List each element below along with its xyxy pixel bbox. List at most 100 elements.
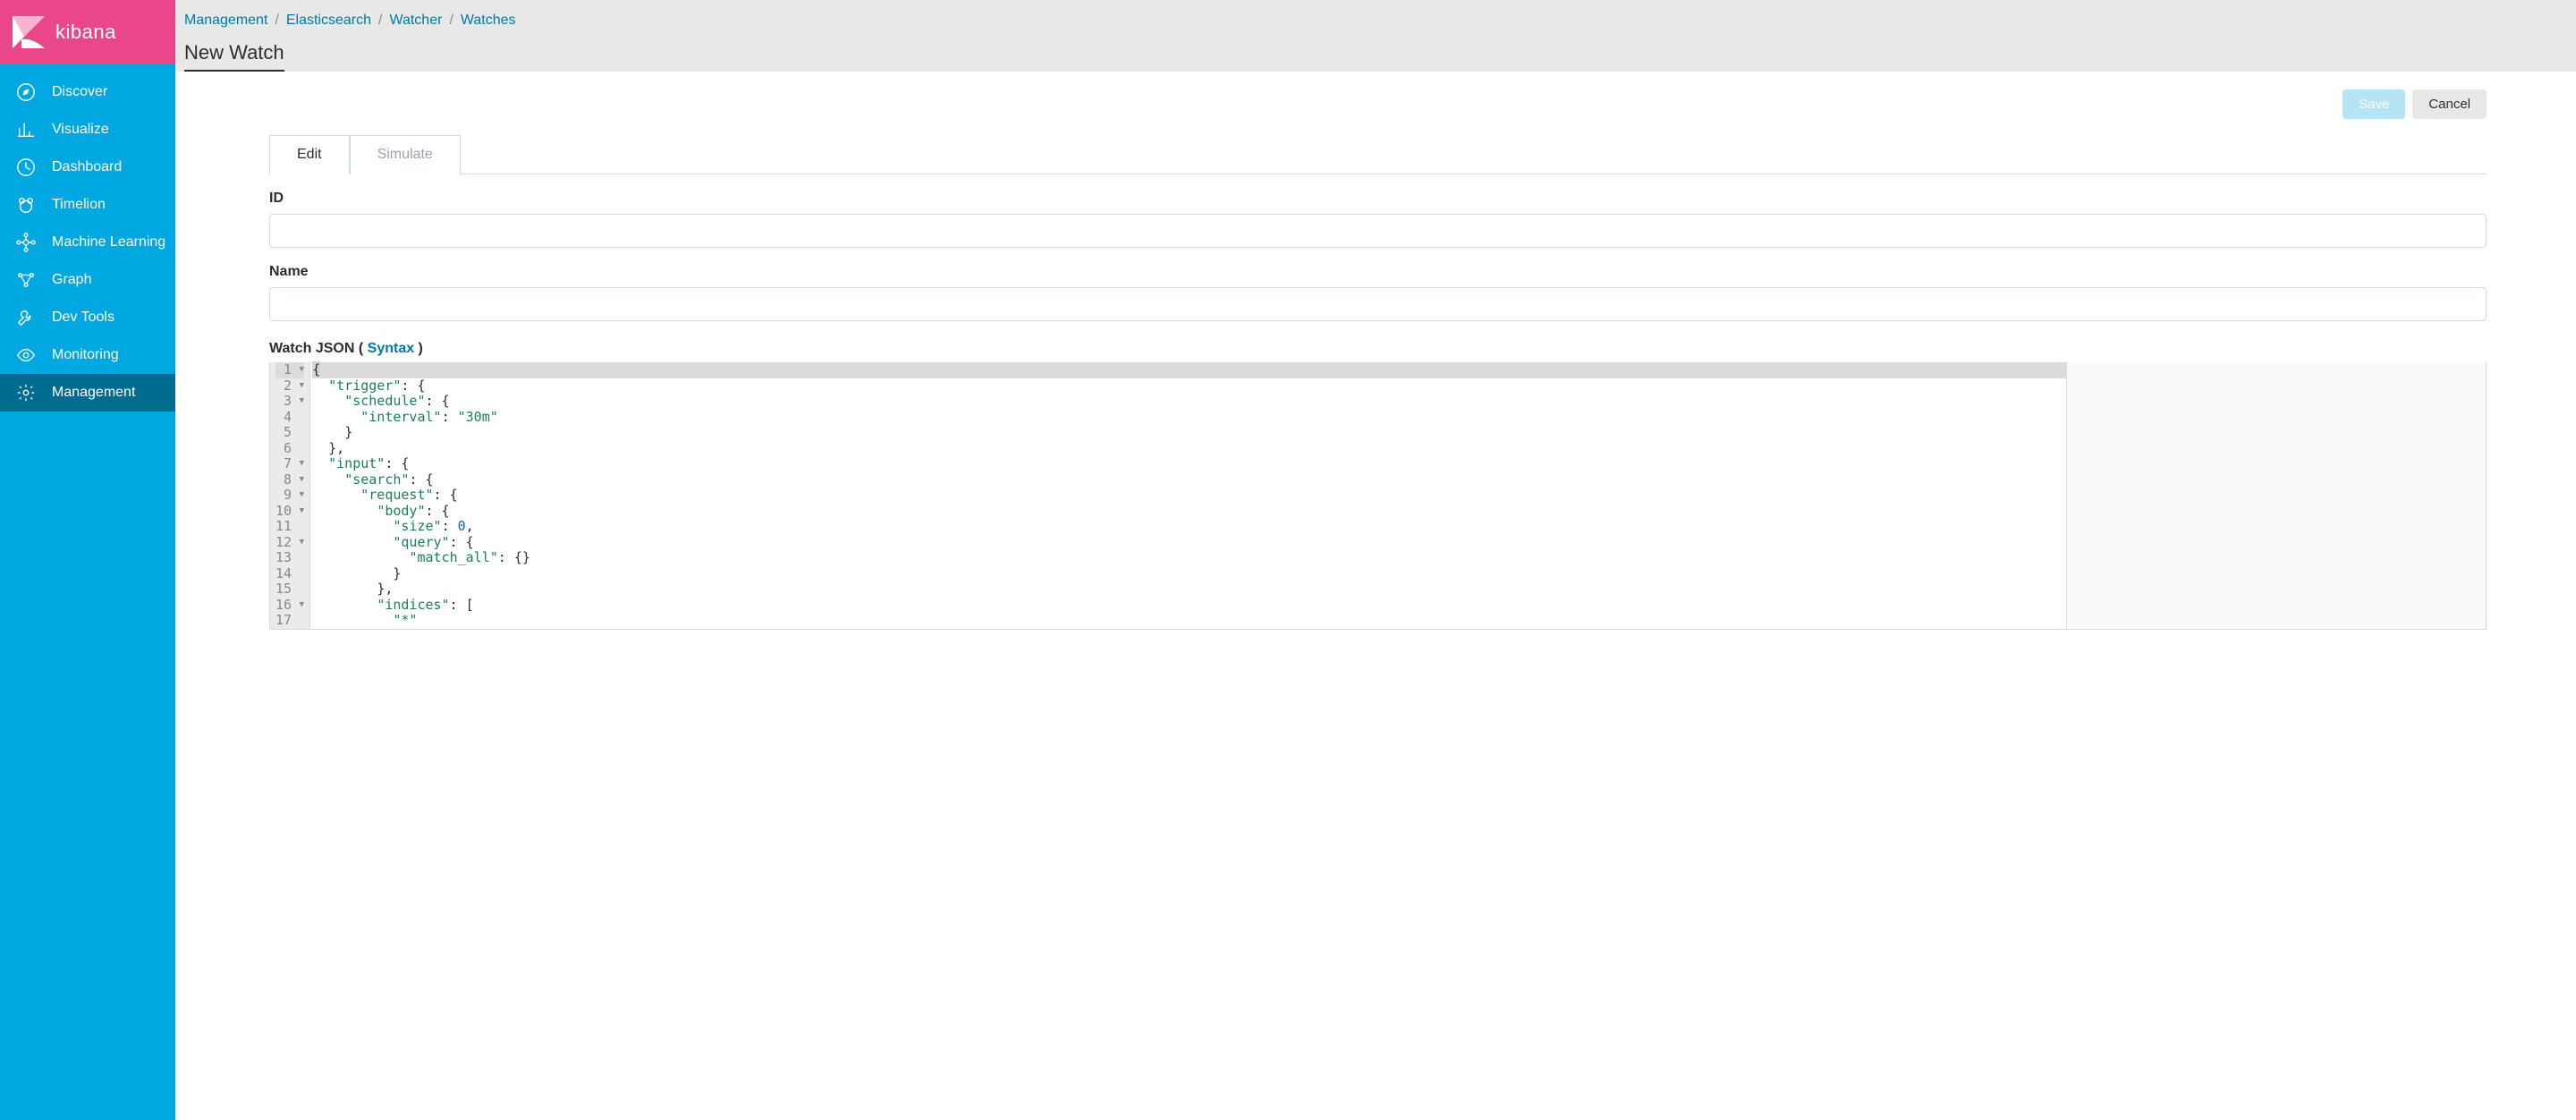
sidebar-item-label: Graph [52,272,91,288]
code-line[interactable]: "*" [312,613,2066,629]
fold-toggle-icon[interactable]: ▼ [295,598,304,614]
bear-icon [16,195,36,215]
sidebar-item-visualize[interactable]: Visualize [0,111,175,148]
code-line[interactable]: } [312,566,2066,582]
fold-toggle-icon[interactable]: ▼ [295,504,304,520]
breadcrumb-link[interactable]: Management [184,13,267,29]
breadcrumb: Management/Elasticsearch/Watcher/Watches [184,13,2567,29]
content: Save Cancel EditSimulate ID Name Watch J… [175,72,2576,1120]
topbar: Management/Elasticsearch/Watcher/Watches… [175,0,2576,72]
code-line[interactable]: "schedule": { [312,394,2066,410]
code-line[interactable]: "size": 0, [312,519,2066,535]
name-label: Name [269,264,2487,280]
sidebar-item-machine-learning[interactable]: Machine Learning [0,224,175,261]
sidebar-item-monitoring[interactable]: Monitoring [0,336,175,374]
gutter-line: 13 [275,550,304,566]
wrench-icon [16,308,36,327]
code-line[interactable]: "interval": "30m" [312,410,2066,426]
fold-toggle-icon[interactable]: ▼ [295,472,304,488]
form-group-name: Name [269,264,2487,321]
gutter-line: 16▼ [275,598,304,614]
id-label: ID [269,191,2487,207]
sidebar-item-label: Visualize [52,122,109,138]
fold-toggle-icon[interactable]: ▼ [295,378,304,395]
code-line[interactable]: "indices": [ [312,598,2066,614]
code-line[interactable]: "body": { [312,504,2066,520]
ml-icon [16,233,36,252]
brand-name: kibana [55,21,116,44]
fold-toggle-icon[interactable]: ▼ [295,488,304,504]
sidebar-item-label: Dashboard [52,159,122,175]
code-line[interactable]: "request": { [312,488,2066,504]
gutter-line: 8▼ [275,472,304,488]
breadcrumb-link[interactable]: Watcher [389,13,442,29]
fold-toggle-icon[interactable]: ▼ [295,456,304,472]
gutter-line: 17 [275,613,304,629]
fold-toggle-icon[interactable]: ▼ [295,362,304,378]
tabs: EditSimulate [269,135,2487,174]
sidebar: kibana Discover Visualize Dashboard Timelio… [0,0,175,1120]
code-line[interactable]: "input": { [312,456,2066,472]
sidebar-item-label: Management [52,385,135,401]
kibana-logo-icon [13,16,45,48]
sidebar-item-label: Machine Learning [52,234,165,250]
gutter-line: 3▼ [275,394,304,410]
sidebar-item-management[interactable]: Management [0,374,175,412]
name-input[interactable] [269,287,2487,321]
sidebar-item-timelion[interactable]: Timelion [0,186,175,224]
sidebar-item-discover[interactable]: Discover [0,73,175,111]
eye-icon [16,345,36,365]
gutter-line: 6 [275,441,304,457]
editor-gutter: 1▼2▼3▼4 5 6 7▼8▼9▼10▼11 12▼13 14 15 16▼1… [270,362,310,629]
form-group-id: ID [269,191,2487,248]
gutter-line: 10▼ [275,504,304,520]
gutter-line: 11 [275,519,304,535]
sidebar-item-dev-tools[interactable]: Dev Tools [0,299,175,336]
id-input[interactable] [269,214,2487,248]
gutter-line: 5 [275,425,304,441]
main: Management/Elasticsearch/Watcher/Watches… [175,0,2576,1120]
code-line[interactable]: "match_all": {} [312,550,2066,566]
code-line[interactable]: { [312,362,2066,378]
sidebar-item-label: Discover [52,84,107,100]
gutter-line: 2▼ [275,378,304,395]
editor-code[interactable]: { "trigger": { "schedule": { "interval":… [310,362,2067,629]
gutter-line: 15 [275,581,304,598]
tab-edit[interactable]: Edit [269,135,350,174]
graph-icon [16,270,36,290]
gear-icon [16,383,36,403]
gutter-line: 12▼ [275,535,304,551]
tab-simulate[interactable]: Simulate [350,135,461,174]
gutter-line: 1▼ [275,362,304,378]
gauge-icon [16,157,36,177]
code-line[interactable]: "search": { [312,472,2066,488]
json-editor[interactable]: 1▼2▼3▼4 5 6 7▼8▼9▼10▼11 12▼13 14 15 16▼1… [269,362,2487,630]
gutter-line: 14 [275,566,304,582]
sidebar-nav: Discover Visualize Dashboard Timelion Machin… [0,64,175,1120]
barchart-icon [16,120,36,140]
gutter-line: 9▼ [275,488,304,504]
gutter-line: 7▼ [275,456,304,472]
sidebar-item-label: Dev Tools [52,310,114,326]
sidebar-item-graph[interactable]: Graph [0,261,175,299]
action-bar: Save Cancel [269,89,2487,119]
sidebar-item-dashboard[interactable]: Dashboard [0,148,175,186]
save-button[interactable]: Save [2343,89,2405,119]
fold-toggle-icon[interactable]: ▼ [295,394,304,410]
code-line[interactable]: }, [312,441,2066,457]
editor-right-panel [2067,362,2486,629]
code-line[interactable]: }, [312,581,2066,598]
fold-toggle-icon[interactable]: ▼ [295,535,304,551]
page-title: New Watch [184,41,284,72]
syntax-link[interactable]: Syntax [368,341,414,356]
sidebar-item-label: Monitoring [52,347,119,363]
code-line[interactable]: } [312,425,2066,441]
logo[interactable]: kibana [0,0,175,64]
watch-json-label: Watch JSON ( Syntax ) [269,341,2487,357]
cancel-button[interactable]: Cancel [2412,89,2487,119]
breadcrumb-link[interactable]: Watches [461,13,516,29]
code-line[interactable]: "trigger": { [312,378,2066,395]
compass-icon [16,82,36,102]
code-line[interactable]: "query": { [312,535,2066,551]
breadcrumb-link[interactable]: Elasticsearch [286,13,371,29]
